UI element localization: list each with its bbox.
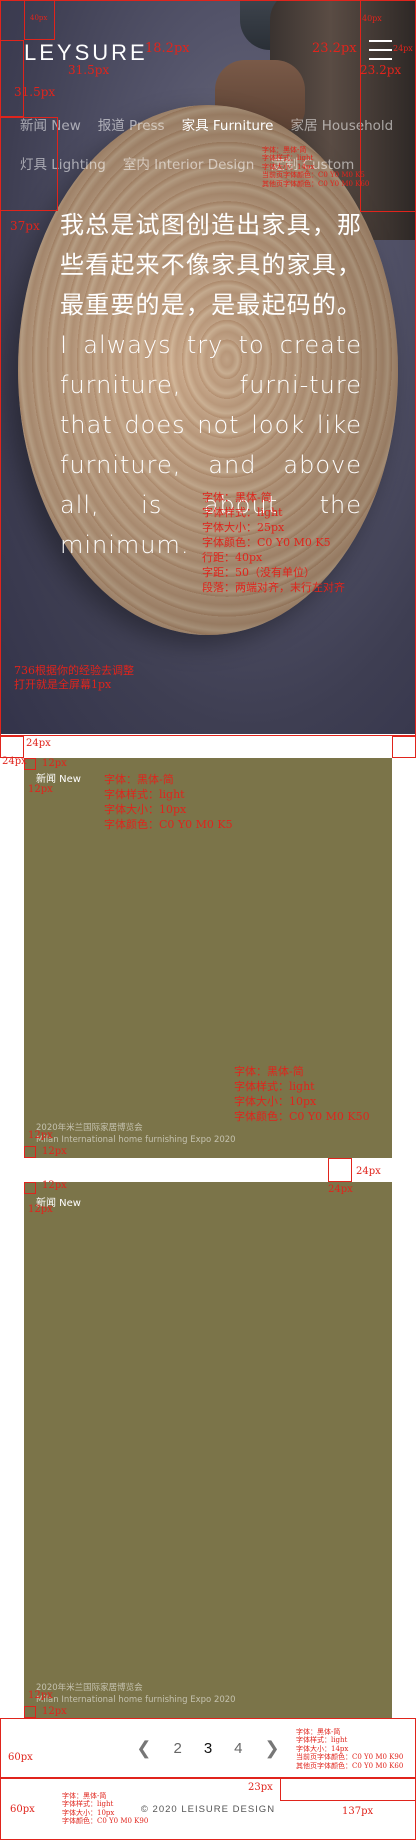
dim-label: 24px [356,1166,381,1177]
annotation-footer-spec: 字体：黑体-简 字体样式：light 字体大小：10px 字体颜色：C0 Y0 M0 … [62,1792,149,1826]
news-card[interactable]: 新闻 New 2020年米兰国际家居博览会 Milan Internationa… [24,1182,392,1718]
caption-cn: 2020年米兰国际家居博览会 [36,1683,143,1693]
ann-box [392,736,416,758]
annotation-caption-spec: 字体：黑体-简 字体样式：light 字体大小：10px 字体颜色：C0 Y0 M0 … [234,1065,370,1123]
card-caption: 2020年米兰国际家居博览会 Milan International home … [36,1682,236,1706]
card-tag: 新闻 New [36,774,81,785]
ann-box [24,1146,36,1158]
ann-box [280,1778,416,1801]
annotation-quote-spec: 字体：黑体-简 字体样式：light 字体大小：25px 字体颜色：C0 Y0 M0 … [202,491,345,594]
card-caption: 2020年米兰国际家居博览会 Milan International home … [36,1122,236,1146]
dim-label: 12px [28,784,53,795]
dim-label: 60px [8,1752,33,1763]
dim-label: 12px [28,1204,53,1215]
dim-label: 31.5px [14,85,56,99]
dim-label: 12px [28,1690,53,1701]
ann-box [0,0,416,736]
dim-label: 23.2px [360,63,402,77]
caption-cn: 2020年米兰国际家居博览会 [36,1123,143,1133]
annotation-pager-spec: 字体：黑体-简 字体样式：light 字体大小：14px 当前页字体颜色：C0 Y0 … [296,1728,404,1770]
annotation-nav-spec: 字体：黑体-简 字体样式：light 字体大小：14px 当前页字体颜色：C0 Y0 … [262,146,370,188]
annotation-hero-note: 736根据你的经验去调整 打开就是全屏幕1px [14,664,134,691]
dim-label: 137px [342,1806,374,1817]
dim-label: 12px [28,1130,53,1141]
dim-label: 60px [10,1804,35,1815]
dim-label: 24px [26,738,51,749]
dim-label: 31.5px [68,63,110,77]
dim-label: 24px [393,44,413,53]
caption-en: Milan International home furnishing Expo… [36,1135,236,1145]
dim-label: 12px [42,1146,67,1157]
annotation-tag-spec: 字体：黑体-简 字体样式：light 字体大小：10px 字体颜色：C0 Y0 M0 … [104,773,233,831]
dim-label: 12px [42,758,67,769]
dim-label: 24px [2,756,27,767]
ann-box [24,1706,36,1718]
ann-box [328,1158,352,1182]
dim-label: 12px [42,1180,67,1191]
dim-label: 23px [248,1782,273,1793]
dim-label: 40px [30,14,48,22]
ann-box [0,736,24,758]
dim-label: 24px [328,1184,353,1195]
dim-label: 12px [42,1706,67,1717]
ann-box [24,1182,36,1194]
dim-label: 23.2px [312,41,357,56]
caption-en: Milan International home furnishing Expo… [36,1695,236,1705]
dim-label: 18.2px [145,41,190,56]
dim-label: 40px [362,14,382,23]
dim-label: 37px [10,219,40,233]
